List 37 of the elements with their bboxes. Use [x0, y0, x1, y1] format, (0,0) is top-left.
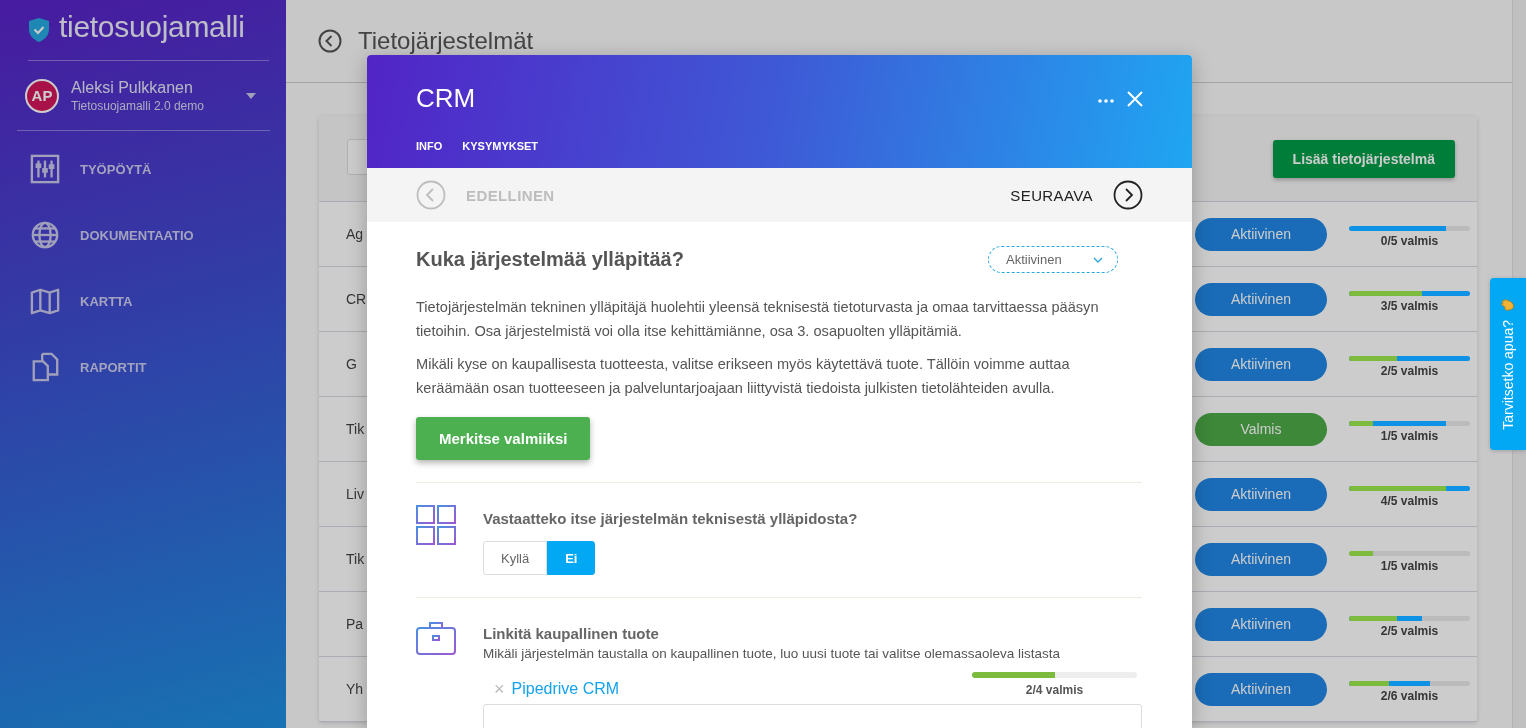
status-badge: Aktiivinen [1195, 347, 1327, 381]
paragraph: Mikäli kyse on kaupallisesta tuotteesta, valitse erikseen myös käytettävä tuote. Tällöin voimme auttaa keräämään osan tuotteeseen ja palveluntarjoajaan liittyvistä tiedoista julkisten tietolähteiden avulla. [416, 355, 1071, 398]
section-description: Mikäli järjestelmän taustalla on kaupallinen tuote, luo uusi tuote tai valitse olemassaoleva listasta [483, 646, 1062, 661]
status-badge: Valmis [1195, 412, 1327, 446]
paragraph: Tietojärjestelmän tekninen ylläpitäjä huolehtii yleensä teknisestä tietoturvasta ja omaa tarvittaessa pääsyn tietoihin. Osa järjestelmistä voi olla itse kehittämiänne, osa 3. osapuolten ylläpitämiä. [416, 298, 1100, 341]
status-badge: Aktiivinen [1195, 672, 1327, 706]
system-name: Ag [346, 226, 364, 242]
progress-text: 1/5 valmis [1379, 429, 1440, 443]
status-badge: Aktiivinen [1195, 217, 1327, 251]
progress-text: 2/4 valmis [1024, 683, 1085, 697]
page-title: Tietojärjestelmät [358, 27, 534, 55]
user-name: Aleksi Pulkkanen [71, 78, 194, 97]
progress-text: 2/6 valmis [1379, 689, 1440, 703]
system-name: Tik [346, 421, 365, 437]
progress-text: 2/5 valmis [1379, 624, 1440, 638]
question-title: Kuka järjestelmää ylläpitää? [416, 248, 684, 271]
progress-text: 3/5 valmis [1379, 299, 1440, 313]
modal-title: CRM [416, 83, 477, 114]
system-name: Liv [346, 486, 364, 502]
progress-text: 2/5 valmis [1379, 364, 1440, 378]
section-title: Linkitä kaupallinen tuote [483, 625, 660, 642]
system-name: G [346, 356, 357, 372]
system-name: Pa [346, 616, 364, 632]
progress-text: 1/5 valmis [1379, 559, 1440, 573]
system-name: CR [346, 291, 367, 307]
logo-text: tietosuojamalli [59, 10, 245, 45]
question-text: Vastaatteko itse järjestelmän teknisestä ylläpidosta? [483, 510, 859, 527]
system-name: Tik [346, 551, 365, 567]
system-name: Yh [346, 681, 364, 697]
organization-name: Tietosuojamalli 2.0 demo [71, 98, 205, 113]
avatar: AP [25, 78, 59, 113]
status-badge: Aktiivinen [1195, 477, 1327, 511]
progress-text: 0/5 valmis [1379, 234, 1440, 248]
status-badge: Aktiivinen [1195, 607, 1327, 641]
status-badge: Aktiivinen [1195, 282, 1327, 316]
progress-text: 4/5 valmis [1379, 494, 1440, 508]
status-badge: Aktiivinen [1195, 542, 1327, 576]
